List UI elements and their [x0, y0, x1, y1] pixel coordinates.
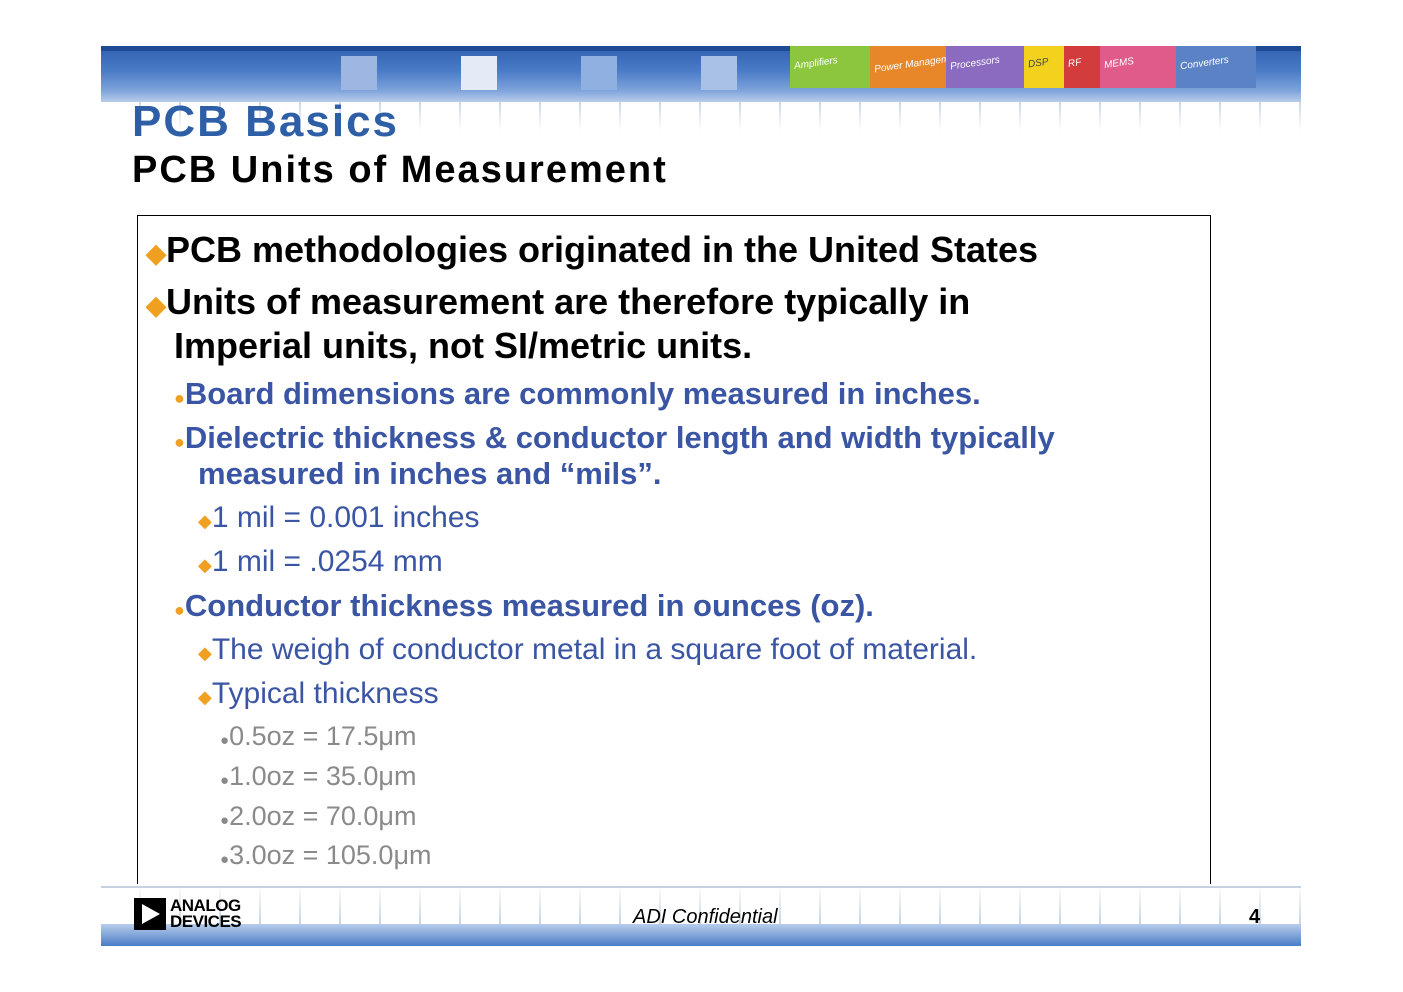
- bullet-level3: ◆The weigh of conductor metal in a squar…: [198, 632, 977, 671]
- category-rf: RF: [1064, 46, 1100, 88]
- bullet-level4: ●3.0oz = 105.0μm: [220, 839, 432, 876]
- diamond-bullet-icon: ◆: [198, 511, 212, 531]
- bullet-text: Units of measurement are therefore typic…: [166, 281, 971, 322]
- bullet-text: PCB methodologies originated in the Unit…: [166, 229, 1039, 270]
- dot-bullet-icon: ●: [174, 388, 185, 408]
- bullet-text: 1 mil = .0254 mm: [211, 545, 443, 578]
- bullet-text: 1.0oz = 35.0μm: [229, 761, 417, 791]
- diamond-bullet-icon: ◆: [146, 238, 166, 268]
- logo-triangle-icon: [134, 898, 166, 930]
- diamond-bullet-icon: ◆: [146, 290, 166, 320]
- page-number: 4: [1249, 906, 1261, 928]
- bullet-text: 0.5oz = 17.5μm: [229, 721, 417, 751]
- content-box: ◆PCB methodologies originated in the Uni…: [137, 215, 1211, 885]
- bullet-text: Dielectric thickness & conductor length …: [184, 420, 1055, 455]
- category-dsp: DSP: [1024, 46, 1064, 88]
- bullet-level3: ◆1 mil = .0254 mm: [198, 544, 443, 583]
- category-converters: Converters: [1176, 46, 1256, 88]
- banner-tile: [461, 56, 497, 90]
- bullet-level4: ●0.5oz = 17.5μm: [220, 720, 416, 757]
- bullet-text: Conductor thickness measured in ounces (…: [184, 588, 874, 623]
- page-subtitle: PCB Units of Measurement: [132, 149, 668, 191]
- category-amplifiers: Amplifiers: [790, 46, 870, 88]
- dot-bullet-icon: ●: [220, 851, 230, 868]
- dot-bullet-icon: ●: [174, 600, 185, 620]
- diamond-bullet-icon: ◆: [198, 555, 212, 575]
- bullet-text: Typical thickness: [211, 677, 439, 710]
- bullet-text: 3.0oz = 105.0μm: [229, 840, 432, 870]
- bullet-level4: ●1.0oz = 35.0μm: [220, 760, 416, 797]
- bullet-continuation: Imperial units, not SI/metric units.: [174, 325, 753, 366]
- banner-tile: [701, 56, 737, 90]
- bullet-text: Board dimensions are commonly measured i…: [184, 376, 981, 411]
- bullet-continuation: measured in inches and “mils”.: [198, 456, 662, 491]
- logo-text: ANALOG DEVICES: [170, 897, 242, 931]
- diamond-bullet-icon: ◆: [198, 687, 212, 707]
- bullet-level2: ●Dielectric thickness & conductor length…: [174, 420, 1055, 460]
- category-mems: MEMS: [1100, 46, 1176, 88]
- category-power-management: Power Management: [870, 46, 946, 88]
- diamond-bullet-icon: ◆: [198, 643, 212, 663]
- bullet-text: 1 mil = 0.001 inches: [211, 501, 480, 534]
- bullet-level3: ◆1 mil = 0.001 inches: [198, 500, 480, 539]
- bullet-level2: ●Conductor thickness measured in ounces …: [174, 588, 874, 628]
- confidential-label: ADI Confidential: [633, 906, 778, 928]
- bullet-level3: ◆Typical thickness: [198, 676, 439, 715]
- dot-bullet-icon: ●: [220, 812, 230, 829]
- banner-tile: [341, 56, 377, 90]
- dot-bullet-icon: ●: [220, 772, 230, 789]
- bullet-text: The weigh of conductor metal in a square…: [211, 633, 978, 666]
- footer-divider: [101, 886, 1301, 888]
- dot-bullet-icon: ●: [174, 432, 185, 452]
- bullet-level4: ●2.0oz = 70.0μm: [220, 800, 416, 837]
- page-title: PCB Basics: [132, 97, 400, 146]
- banner-tile: [581, 56, 617, 90]
- logo-line2: DEVICES: [170, 912, 242, 931]
- bullet-level1: ◆PCB methodologies originated in the Uni…: [146, 228, 1038, 275]
- bullet-text: 2.0oz = 70.0μm: [229, 801, 417, 831]
- bullet-level2: ●Board dimensions are commonly measured …: [174, 376, 981, 416]
- dot-bullet-icon: ●: [220, 732, 230, 749]
- bullet-level1: ◆Units of measurement are therefore typi…: [146, 280, 970, 327]
- category-processors: Processors: [946, 46, 1024, 88]
